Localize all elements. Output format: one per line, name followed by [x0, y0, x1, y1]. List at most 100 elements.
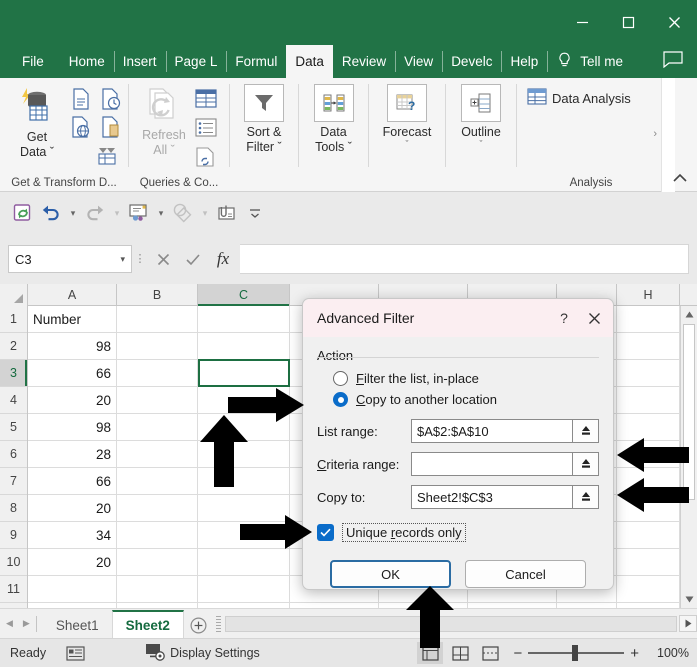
column-header-h[interactable]: H — [617, 284, 680, 306]
existing-connections-icon[interactable] — [94, 142, 120, 168]
list-range-input[interactable]: $A$2:$A$10 — [411, 419, 573, 443]
cell-A9[interactable]: 34 — [28, 522, 117, 549]
redo-icon[interactable] — [82, 200, 108, 226]
tab-developer[interactable]: Develc — [442, 45, 501, 78]
cell-A4[interactable]: 20 — [28, 387, 117, 414]
cell-H3[interactable] — [617, 360, 680, 387]
horizontal-split-handle[interactable] — [216, 616, 221, 632]
redo-dropdown-icon[interactable]: ▾ — [110, 200, 124, 226]
get-data-button[interactable]: Get Data ˇ — [6, 84, 68, 160]
radio-filter-in-place[interactable] — [333, 371, 348, 386]
cell-B10[interactable] — [117, 549, 198, 576]
cell-B3[interactable] — [117, 360, 198, 387]
column-header-c[interactable]: C — [198, 284, 290, 306]
list-range-collapse-icon[interactable] — [573, 419, 599, 443]
cell-C2[interactable] — [198, 333, 290, 360]
radio-copy-another-location[interactable] — [333, 392, 348, 407]
comments-icon[interactable] — [663, 51, 683, 73]
refresh-all-button[interactable]: Refresh All ˇ — [135, 84, 193, 158]
sheet-tab-sheet1[interactable]: Sheet1 — [43, 612, 112, 638]
recent-sources-icon[interactable] — [98, 86, 124, 112]
row-header-10[interactable]: 10 — [0, 549, 27, 576]
cell-C10[interactable] — [198, 549, 290, 576]
close-icon[interactable] — [651, 0, 697, 45]
undo-dropdown-icon[interactable]: ▾ — [66, 200, 80, 226]
customize-qat-icon[interactable] — [242, 200, 268, 226]
page-break-view-icon[interactable] — [477, 642, 503, 664]
row-header-11[interactable]: 11 — [0, 576, 27, 603]
name-box[interactable]: C3 ▾ — [8, 245, 132, 273]
criteria-range-collapse-icon[interactable] — [573, 452, 599, 476]
ok-button[interactable]: OK — [330, 560, 451, 588]
cell-B7[interactable] — [117, 468, 198, 495]
next-sheet-icon[interactable]: ▶ — [23, 618, 30, 629]
data-tools-button[interactable]: Data Tools ˇ — [302, 84, 366, 155]
tab-formulas[interactable]: Formul — [226, 45, 286, 78]
accessibility-status[interactable] — [56, 639, 95, 667]
zoom-level-label[interactable]: 100% — [649, 646, 689, 660]
cell-H9[interactable] — [617, 522, 680, 549]
maximize-icon[interactable] — [605, 0, 651, 45]
cell-B5[interactable] — [117, 414, 198, 441]
criteria-range-input[interactable] — [411, 452, 573, 476]
tab-data[interactable]: Data — [286, 45, 333, 78]
cancel-entry-icon[interactable] — [148, 245, 178, 273]
cell-H2[interactable] — [617, 333, 680, 360]
tab-review[interactable]: Review — [333, 45, 395, 78]
edit-links-icon[interactable] — [193, 144, 219, 170]
cell-H10[interactable] — [617, 549, 680, 576]
select-all-corner[interactable] — [0, 284, 28, 306]
cell-A3[interactable]: 66 — [28, 360, 117, 387]
zoom-track[interactable] — [528, 652, 624, 654]
undo-icon[interactable] — [38, 200, 64, 226]
cell-B2[interactable] — [117, 333, 198, 360]
forecast-button[interactable]: ? Forecast ˇ — [371, 84, 443, 148]
tab-insert[interactable]: Insert — [114, 45, 166, 78]
tab-home[interactable]: Home — [60, 45, 114, 78]
cell-A2[interactable]: 98 — [28, 333, 117, 360]
cell-A10[interactable]: 20 — [28, 549, 117, 576]
display-settings-button[interactable]: Display Settings — [135, 639, 270, 667]
cell-B6[interactable] — [117, 441, 198, 468]
cell-H11[interactable] — [617, 576, 680, 603]
formula-input[interactable] — [240, 244, 689, 274]
from-web-icon[interactable] — [68, 114, 94, 140]
cell-B4[interactable] — [117, 387, 198, 414]
vertical-scroll-thumb[interactable] — [683, 324, 695, 500]
radio-filter-in-place-row[interactable]: Filter the list, in-place — [317, 368, 599, 389]
from-text-csv-icon[interactable] — [68, 86, 94, 112]
cell-A5[interactable]: 98 — [28, 414, 117, 441]
attach-file-icon[interactable] — [214, 200, 240, 226]
row-header-5[interactable]: 5 — [0, 414, 27, 441]
cell-B1[interactable] — [117, 306, 198, 333]
from-table-range-icon[interactable] — [98, 114, 124, 140]
cell-A8[interactable]: 20 — [28, 495, 117, 522]
row-header-6[interactable]: 6 — [0, 441, 27, 468]
copy-to-collapse-icon[interactable] — [573, 485, 599, 509]
row-header-4[interactable]: 4 — [0, 387, 27, 414]
insert-function-icon[interactable]: fx — [208, 245, 238, 273]
cell-H5[interactable] — [617, 414, 680, 441]
row-header-3[interactable]: 3 — [0, 360, 27, 387]
dialog-close-icon[interactable] — [579, 303, 609, 333]
ribbon-overflow-icon[interactable]: › — [653, 128, 657, 140]
row-header-9[interactable]: 9 — [0, 522, 27, 549]
cell-C3[interactable] — [198, 360, 290, 387]
copy-to-input[interactable]: Sheet2!$C$3 — [411, 485, 573, 509]
confirm-entry-icon[interactable] — [178, 245, 208, 273]
zoom-in-button[interactable]: + — [630, 645, 639, 662]
sort-filter-button[interactable]: Sort & Filter ˇ — [232, 84, 296, 155]
tell-me-box[interactable]: Tell me — [547, 45, 633, 78]
zoom-out-button[interactable]: − — [513, 645, 522, 662]
radio-copy-another-row[interactable]: Copy to another location — [317, 389, 599, 410]
share-dropdown-icon[interactable]: ▾ — [154, 200, 168, 226]
row-header-2[interactable]: 2 — [0, 333, 27, 360]
row-header-7[interactable]: 7 — [0, 468, 27, 495]
help-icon[interactable]: ? — [549, 303, 579, 333]
cell-C11[interactable] — [198, 576, 290, 603]
cell-A1[interactable]: Number — [28, 306, 117, 333]
autosave-sync-icon[interactable] — [10, 200, 36, 226]
cancel-button[interactable]: Cancel — [465, 560, 586, 588]
tab-file[interactable]: File — [8, 45, 60, 78]
properties-icon[interactable] — [193, 115, 219, 141]
